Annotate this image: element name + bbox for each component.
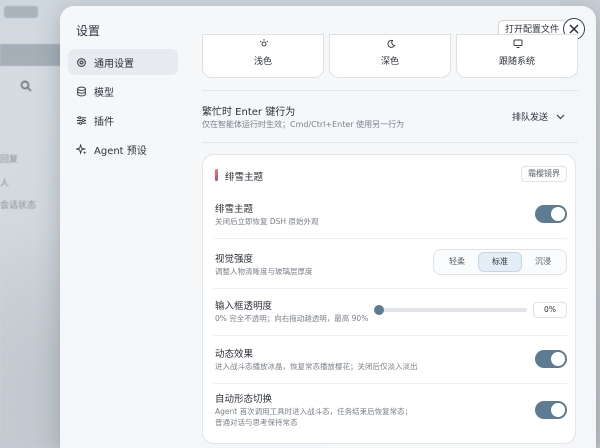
sidebar-item-general[interactable]: 通用设置	[68, 49, 178, 75]
opacity-row-desc: 0% 完全不透明；向右拖动越透明，最高 90%	[215, 314, 369, 323]
theme-option-label: 跟随系统	[498, 57, 535, 67]
sidebar-item-label: 插件	[94, 116, 114, 128]
theme-option-label: 深色	[380, 57, 399, 67]
sparkle-icon	[76, 143, 87, 155]
monitor-icon	[513, 39, 523, 48]
moon-icon	[387, 39, 396, 48]
background-text: 人	[0, 179, 10, 189]
opacity-value-input[interactable]: 0%	[533, 302, 567, 318]
background-text: 回复	[0, 155, 19, 165]
divider	[202, 90, 578, 91]
motion-row-title: 动态效果	[215, 349, 254, 360]
panel-title: 绯雪主题	[225, 172, 264, 183]
theme-option-label: 浅色	[253, 57, 272, 67]
divider	[202, 142, 578, 143]
row-divider	[213, 383, 567, 384]
database-icon	[77, 86, 86, 96]
settings-modal: 设置 打开配置文件 通用设置 模型 插件 Agent 预设 浅色 深色 跟随系统…	[60, 6, 596, 448]
sidebar-item-plugins[interactable]: 插件	[68, 107, 178, 133]
intensity-option-standard[interactable]: 标准	[478, 252, 522, 272]
intensity-option-immersive[interactable]: 沉浸	[522, 252, 564, 272]
theme-option-light[interactable]: 浅色	[202, 34, 324, 78]
intensity-row-title: 视觉强度	[215, 254, 254, 265]
motion-row-desc: 进入战斗态播放冰晶，恢复常态播放樱花；关闭后仅淡入淡出	[215, 362, 418, 371]
opacity-slider-thumb[interactable]	[374, 305, 384, 315]
busy-enter-value: 排队发送	[512, 113, 549, 123]
busy-enter-description: 仅在智能体运行时生效；Cmd/Ctrl+Enter 使用另一行为	[202, 120, 405, 129]
toggle-knob	[551, 207, 565, 221]
intensity-row-desc: 调整人物清晰度与玻璃层厚度	[215, 267, 313, 276]
motion-toggle[interactable]	[535, 350, 567, 368]
auto-switch-row-desc: Agent 首次调用工具时进入战斗态，任务结束后恢复常态；普通对话与思考保持常态	[215, 407, 413, 427]
opacity-row-title: 输入框透明度	[215, 301, 273, 312]
sidebar-item-label: 模型	[94, 87, 114, 99]
toggle-knob	[551, 352, 565, 366]
background-text: 会话状态	[0, 201, 37, 211]
theme-option-system[interactable]: 跟随系统	[456, 34, 578, 78]
snow-theme-row-title: 绯雪主题	[215, 204, 254, 215]
intensity-option-soft[interactable]: 轻柔	[436, 252, 478, 272]
modal-title: 设置	[76, 24, 101, 38]
panel-accent-bar	[215, 169, 218, 181]
row-divider	[213, 238, 567, 239]
sidebar-item-agent-presets[interactable]: Agent 预设	[68, 136, 178, 162]
gear-icon	[77, 57, 86, 67]
intensity-segmented-control: 轻柔 标准 沉浸	[433, 249, 567, 275]
busy-enter-select[interactable]: 排队发送	[512, 110, 565, 123]
background-search-icon	[20, 80, 32, 92]
snow-theme-toggle[interactable]	[535, 205, 567, 223]
snow-theme-row-desc: 关闭后立即恢复 DSH 原始外观	[215, 217, 319, 226]
settings-content: 浅色 深色 跟随系统 繁忙时 Enter 键行为 仅在智能体运行时生效；Cmd/…	[200, 6, 580, 448]
auto-switch-toggle[interactable]	[535, 401, 567, 419]
sliders-icon	[76, 115, 87, 125]
busy-enter-title: 繁忙时 Enter 键行为	[202, 107, 296, 118]
row-divider	[213, 335, 567, 336]
snow-theme-panel: 绯雪主题 霜樱镜界 绯雪主题 关闭后立即恢复 DSH 原始外观 视觉强度 调整人…	[202, 154, 576, 444]
sidebar-item-label: Agent 预设	[94, 145, 147, 157]
toggle-knob	[551, 403, 565, 417]
theme-option-dark[interactable]: 深色	[329, 34, 451, 78]
row-divider	[213, 288, 567, 289]
background-chip	[4, 6, 38, 18]
chevron-down-icon	[556, 114, 565, 119]
theme-style-badge[interactable]: 霜樱镜界	[521, 166, 567, 182]
sun-icon	[259, 39, 269, 47]
auto-switch-row-title: 自动形态切换	[215, 394, 273, 405]
sidebar-item-label: 通用设置	[94, 58, 134, 70]
sidebar-item-models[interactable]: 模型	[68, 78, 178, 104]
opacity-slider-track[interactable]	[379, 308, 527, 312]
